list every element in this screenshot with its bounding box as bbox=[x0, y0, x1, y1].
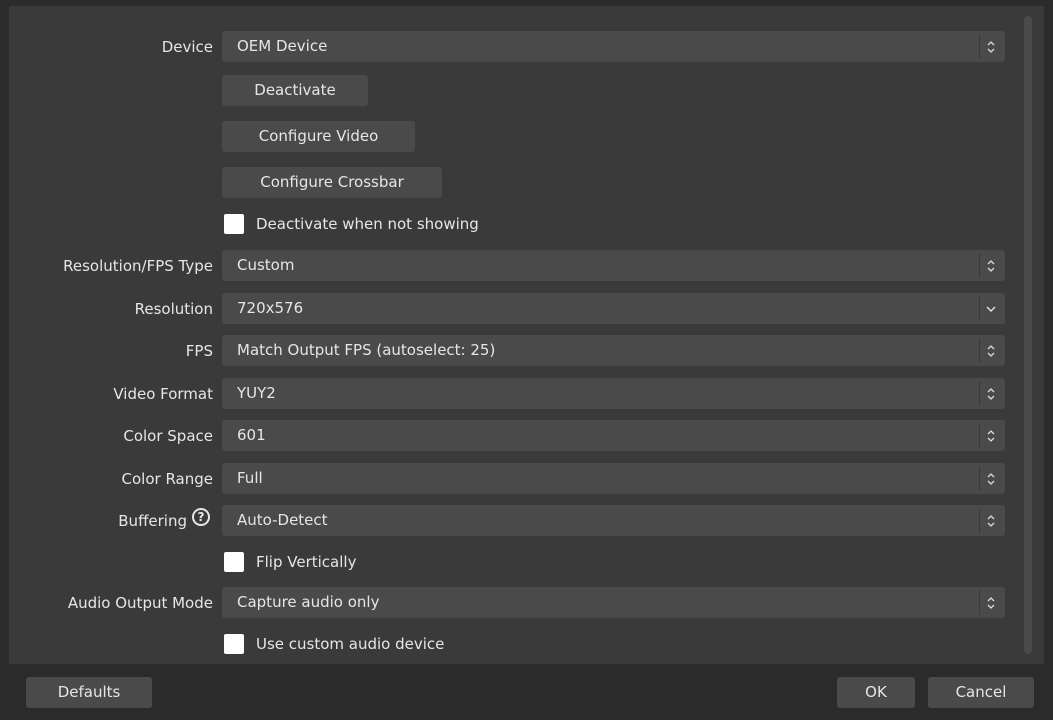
flip-vertically-checkbox[interactable]: Flip Vertically bbox=[224, 552, 356, 572]
cancel-button[interactable]: Cancel bbox=[928, 677, 1034, 708]
configure-crossbar-button[interactable]: Configure Crossbar bbox=[222, 167, 442, 198]
updown-chevron-icon bbox=[979, 508, 1002, 533]
audio-output-mode-combo[interactable]: Capture audio only bbox=[222, 587, 1005, 618]
buffering-combo[interactable]: Auto-Detect bbox=[222, 505, 1005, 536]
ok-button[interactable]: OK bbox=[837, 677, 915, 708]
fps-combo[interactable]: Match Output FPS (autoselect: 25) bbox=[222, 335, 1005, 366]
updown-chevron-icon bbox=[979, 590, 1002, 615]
updown-chevron-icon bbox=[979, 253, 1002, 278]
updown-chevron-icon bbox=[979, 338, 1002, 363]
updown-chevron-icon bbox=[979, 34, 1002, 59]
configure-video-button[interactable]: Configure Video bbox=[222, 121, 415, 152]
device-combo[interactable]: OEM Device bbox=[222, 31, 1005, 62]
fps-label: FPS bbox=[185, 342, 213, 360]
video-format-combo[interactable]: YUY2 bbox=[222, 378, 1005, 409]
color-range-combo[interactable]: Full bbox=[222, 463, 1005, 494]
resolution-fps-type-combo[interactable]: Custom bbox=[222, 250, 1005, 281]
color-space-combo[interactable]: 601 bbox=[222, 420, 1005, 451]
vertical-scrollbar[interactable] bbox=[1024, 16, 1032, 654]
deactivate-when-not-showing-checkbox[interactable]: Deactivate when not showing bbox=[224, 214, 479, 234]
video-format-value: YUY2 bbox=[237, 384, 276, 402]
color-range-label: Color Range bbox=[121, 470, 213, 488]
checkbox-label: Deactivate when not showing bbox=[256, 215, 479, 233]
resolution-label: Resolution bbox=[134, 300, 213, 318]
chevron-down-icon bbox=[979, 296, 1002, 321]
resolution-fps-type-value: Custom bbox=[237, 256, 295, 274]
deactivate-button[interactable]: Deactivate bbox=[222, 75, 368, 106]
resolution-fps-type-label: Resolution/FPS Type bbox=[63, 257, 213, 275]
device-value: OEM Device bbox=[237, 37, 328, 55]
video-format-label: Video Format bbox=[113, 385, 213, 403]
color-space-label: Color Space bbox=[123, 427, 213, 445]
audio-output-mode-label: Audio Output Mode bbox=[67, 594, 213, 612]
resolution-combo[interactable]: 720x576 bbox=[222, 293, 1005, 324]
help-circle-icon[interactable]: ? bbox=[192, 508, 210, 526]
checkbox-label: Flip Vertically bbox=[256, 553, 357, 571]
updown-chevron-icon bbox=[979, 423, 1002, 448]
audio-output-mode-value: Capture audio only bbox=[237, 593, 380, 611]
updown-chevron-icon bbox=[979, 381, 1002, 406]
resolution-value: 720x576 bbox=[237, 299, 304, 317]
fps-value: Match Output FPS (autoselect: 25) bbox=[237, 341, 496, 359]
use-custom-audio-device-checkbox[interactable]: Use custom audio device bbox=[224, 634, 444, 654]
color-space-value: 601 bbox=[237, 426, 266, 444]
checkbox-box[interactable] bbox=[224, 552, 244, 572]
checkbox-box[interactable] bbox=[224, 634, 244, 654]
device-label: Device bbox=[161, 38, 213, 56]
color-range-value: Full bbox=[237, 469, 263, 487]
buffering-label: Buffering bbox=[118, 512, 187, 530]
defaults-button[interactable]: Defaults bbox=[26, 677, 152, 708]
checkbox-label: Use custom audio device bbox=[256, 635, 445, 653]
buffering-value: Auto-Detect bbox=[237, 511, 328, 529]
updown-chevron-icon bbox=[979, 466, 1002, 491]
checkbox-box[interactable] bbox=[224, 214, 244, 234]
